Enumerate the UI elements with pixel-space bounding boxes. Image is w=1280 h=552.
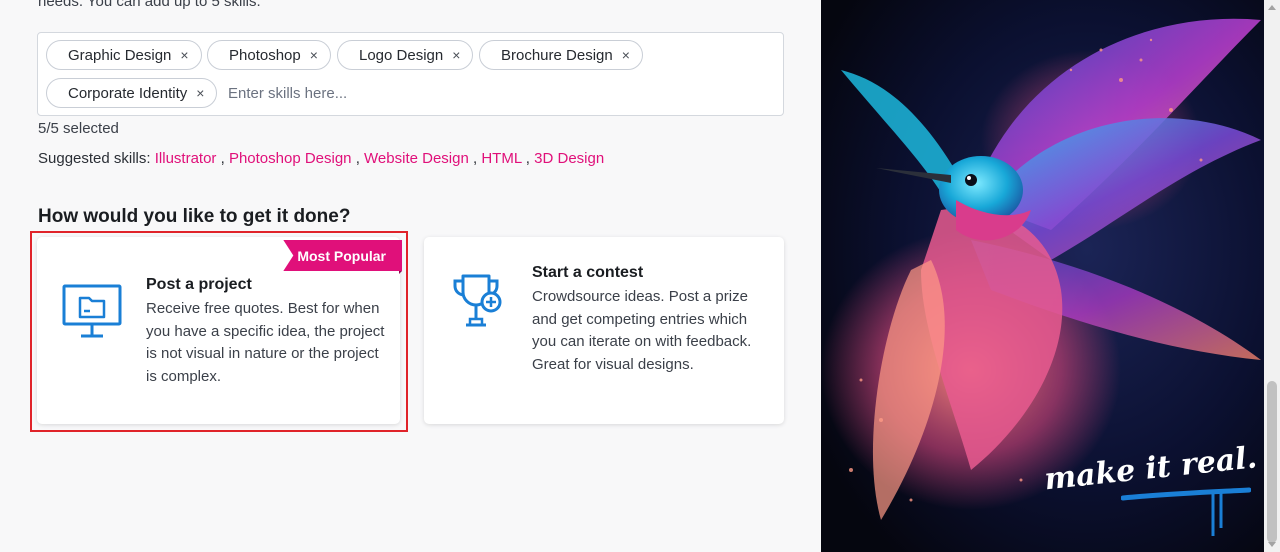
remove-skill-icon[interactable]: × — [622, 47, 630, 63]
promo-artwork: make it real. — [821, 0, 1264, 552]
scroll-down-icon[interactable] — [1268, 542, 1276, 547]
trophy-plus-icon — [453, 274, 502, 327]
remove-skill-icon[interactable]: × — [452, 47, 460, 63]
selection-outline — [30, 231, 408, 432]
skill-chip: Graphic Design × — [46, 40, 202, 70]
separator: , — [355, 150, 365, 167]
scrollbar-thumb[interactable] — [1267, 381, 1277, 543]
suggested-skills-label: Suggested skills: — [38, 150, 155, 167]
suggested-skill-link[interactable]: Illustrator — [155, 150, 217, 167]
skill-chip-label: Photoshop — [229, 46, 301, 64]
skill-chip-label: Logo Design — [359, 46, 444, 64]
skill-chip: Corporate Identity × — [46, 78, 218, 108]
suggested-skill-link[interactable]: 3D Design — [534, 150, 604, 167]
skills-count: 5/5 selected — [38, 120, 119, 137]
skill-chip-label: Corporate Identity — [68, 84, 188, 102]
tagline-underline — [1121, 487, 1251, 536]
skills-input-box[interactable]: Graphic Design × Photoshop × Logo Design… — [37, 32, 784, 116]
start-contest-option-card[interactable]: Start a contest Crowdsource ideas. Post … — [424, 237, 784, 424]
skills-intro-text: needs. You can add up to 5 skills. — [38, 0, 261, 10]
suggested-skill-link[interactable]: Photoshop Design — [229, 150, 352, 167]
skill-chip: Logo Design × — [337, 40, 474, 70]
suggested-skills: Suggested skills: Illustrator , Photosho… — [38, 150, 604, 167]
remove-skill-icon[interactable]: × — [310, 47, 318, 63]
main-content: needs. You can add up to 5 skills. Graph… — [0, 0, 821, 552]
skills-search-input[interactable] — [228, 79, 528, 107]
suggested-skill-link[interactable]: Website Design — [364, 150, 469, 167]
separator: , — [220, 150, 229, 167]
skill-chip: Photoshop × — [207, 40, 331, 70]
suggested-skill-link[interactable]: HTML — [481, 150, 521, 167]
option-description: Crowdsource ideas. Post a prize and get … — [532, 288, 752, 373]
skill-chip-label: Graphic Design — [68, 46, 172, 64]
remove-skill-icon[interactable]: × — [196, 85, 204, 101]
scroll-up-icon[interactable] — [1268, 5, 1276, 10]
remove-skill-icon[interactable]: × — [180, 47, 188, 63]
skill-chip: Brochure Design × — [479, 40, 643, 70]
page-scrollbar[interactable] — [1264, 0, 1280, 552]
section-heading: How would you like to get it done? — [38, 206, 351, 227]
skill-chip-label: Brochure Design — [501, 46, 613, 64]
separator: , — [525, 150, 535, 167]
option-title: Start a contest — [532, 264, 644, 281]
